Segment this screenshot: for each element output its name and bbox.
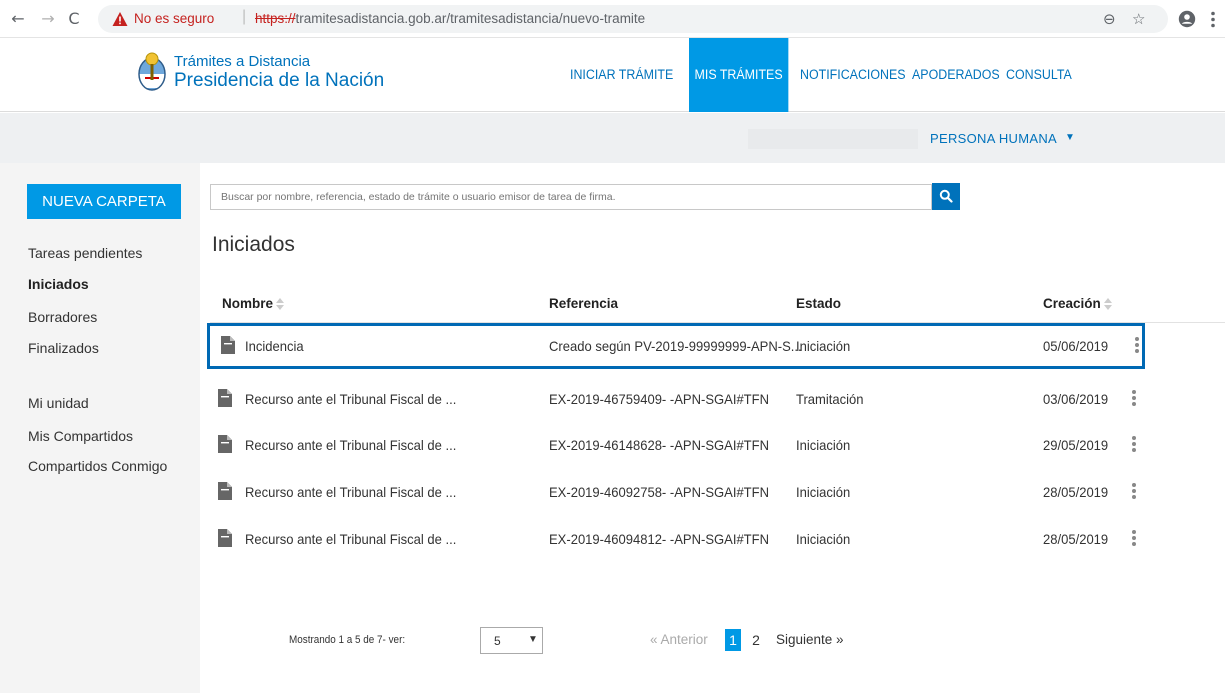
- column-header-estado: Estado: [796, 296, 842, 311]
- row-referencia: EX-2019-46092758- -APN-SGAI#TFN: [549, 484, 770, 500]
- row-estado: Iniciación: [796, 338, 851, 354]
- nav-notificaciones[interactable]: NOTIFICACIONES: [800, 38, 906, 112]
- account-icon[interactable]: [1178, 10, 1196, 28]
- address-bar[interactable]: No es seguro | https://tramitesadistanci…: [98, 5, 1168, 33]
- coat-of-arms-icon: [138, 52, 166, 91]
- security-label[interactable]: No es seguro: [134, 11, 214, 26]
- row-referencia: Creado según PV-2019-99999999-APN-S...: [549, 338, 802, 354]
- nav-consulta[interactable]: CONSULTA: [1006, 38, 1072, 112]
- column-label: Nombre: [222, 296, 274, 311]
- column-header-nombre[interactable]: Nombre: [222, 296, 285, 311]
- document-icon: [218, 389, 232, 407]
- table-row[interactable]: Incidencia Creado según PV-2019-99999999…: [207, 323, 1145, 369]
- reload-icon[interactable]: C: [64, 9, 84, 29]
- row-referencia: EX-2019-46094812- -APN-SGAI#TFN: [549, 531, 770, 547]
- row-creacion: 28/05/2019: [1043, 531, 1109, 547]
- url-text[interactable]: https://tramitesadistancia.gob.ar/tramit…: [255, 11, 645, 26]
- sidebar-item-compartidos-conmigo[interactable]: Compartidos Conmigo: [28, 458, 167, 474]
- sidebar-item-tareas-pendientes[interactable]: Tareas pendientes: [28, 245, 142, 261]
- document-icon: [221, 336, 235, 354]
- sub-header: PERSONA HUMANA ▼: [0, 113, 1225, 163]
- column-label: Creación: [1043, 296, 1101, 311]
- row-referencia: EX-2019-46148628- -APN-SGAI#TFN: [549, 437, 770, 453]
- row-estado: Iniciación: [796, 484, 851, 500]
- document-icon: [218, 435, 232, 453]
- zoom-icon[interactable]: ⊖: [1103, 10, 1116, 28]
- row-referencia: EX-2019-46759409- -APN-SGAI#TFN: [549, 391, 770, 407]
- site-header: Trámites a Distancia Presidencia de la N…: [0, 38, 1225, 112]
- warning-icon: [112, 12, 128, 26]
- pagination-next[interactable]: Siguiente »: [776, 632, 844, 647]
- row-nombre[interactable]: Recurso ante el Tribunal Fiscal de ...: [245, 519, 456, 559]
- page-size-select[interactable]: 5 ▼: [480, 627, 543, 654]
- column-header-creacion[interactable]: Creación: [1043, 296, 1112, 311]
- url-separator: |: [242, 8, 247, 25]
- row-creacion: 05/06/2019: [1043, 338, 1109, 354]
- document-icon: [218, 529, 232, 547]
- showing-label: Mostrando 1 a 5 de 7- ver:: [289, 634, 406, 646]
- nav-mis-tramites[interactable]: MIS TRÁMITES: [689, 38, 789, 112]
- pagination-previous[interactable]: « Anterior: [650, 632, 708, 647]
- logo-subtitle[interactable]: Trámites a Distancia: [174, 53, 310, 70]
- sidebar-item-iniciados[interactable]: Iniciados: [28, 276, 89, 292]
- search-field[interactable]: [210, 184, 932, 210]
- row-estado: Iniciación: [796, 437, 851, 453]
- sidebar-item-borradores[interactable]: Borradores: [28, 309, 97, 325]
- page-title: Iniciados: [212, 233, 295, 256]
- star-icon[interactable]: ☆: [1132, 10, 1145, 28]
- forward-arrow-icon[interactable]: →: [38, 9, 58, 29]
- more-options-icon[interactable]: [1135, 337, 1139, 355]
- table-row[interactable]: Recurso ante el Tribunal Fiscal de ... E…: [207, 379, 1145, 425]
- more-options-icon[interactable]: [1132, 390, 1136, 408]
- back-arrow-icon[interactable]: ←: [8, 9, 28, 29]
- sort-icon[interactable]: [276, 298, 285, 311]
- persona-dropdown[interactable]: PERSONA HUMANA: [930, 131, 1057, 146]
- menu-dots-icon[interactable]: [1210, 11, 1216, 28]
- table-row[interactable]: Recurso ante el Tribunal Fiscal de ... E…: [207, 425, 1145, 471]
- search-input[interactable]: [211, 185, 931, 209]
- row-estado: Tramitación: [796, 391, 864, 407]
- sidebar-item-mis-compartidos[interactable]: Mis Compartidos: [28, 428, 133, 444]
- row-nombre[interactable]: Recurso ante el Tribunal Fiscal de ...: [245, 472, 456, 512]
- document-icon: [218, 482, 232, 500]
- caret-down-icon: ▼: [528, 634, 538, 645]
- search-icon: [939, 189, 953, 203]
- row-estado: Iniciación: [796, 531, 851, 547]
- page-2-button[interactable]: 2: [750, 629, 762, 651]
- sidebar-item-mi-unidad[interactable]: Mi unidad: [28, 395, 89, 411]
- more-options-icon[interactable]: [1132, 436, 1136, 454]
- url-path: tramitesadistancia.gob.ar/tramitesadista…: [295, 11, 646, 26]
- sidebar-item-finalizados[interactable]: Finalizados: [28, 340, 99, 356]
- table-row[interactable]: Recurso ante el Tribunal Fiscal de ... E…: [207, 519, 1145, 565]
- column-header-referencia: Referencia: [549, 296, 619, 311]
- search-button[interactable]: [932, 183, 960, 210]
- page-size-value: 5: [494, 634, 501, 648]
- page-1-button[interactable]: 1: [725, 629, 741, 651]
- more-options-icon[interactable]: [1132, 483, 1136, 501]
- more-options-icon[interactable]: [1132, 530, 1136, 548]
- logo-title[interactable]: Presidencia de la Nación: [174, 70, 384, 92]
- row-creacion: 28/05/2019: [1043, 484, 1109, 500]
- row-nombre[interactable]: Recurso ante el Tribunal Fiscal de ...: [245, 425, 456, 465]
- sidebar: NUEVA CARPETA Tareas pendientes Iniciado…: [0, 163, 200, 693]
- sort-icon[interactable]: [1103, 298, 1112, 311]
- row-nombre[interactable]: Recurso ante el Tribunal Fiscal de ...: [245, 379, 456, 419]
- row-creacion: 03/06/2019: [1043, 391, 1109, 407]
- table-row[interactable]: Recurso ante el Tribunal Fiscal de ... E…: [207, 472, 1145, 518]
- new-folder-button[interactable]: NUEVA CARPETA: [27, 184, 181, 219]
- nav-apoderados[interactable]: APODERADOS: [912, 38, 1000, 112]
- browser-toolbar: ← → C No es seguro | https://tramitesadi…: [0, 0, 1225, 38]
- row-creacion: 29/05/2019: [1043, 437, 1109, 453]
- nav-iniciar-tramite[interactable]: INICIAR TRÁMITE: [570, 38, 673, 112]
- redacted-user-area: [748, 129, 918, 149]
- url-scheme: https://: [255, 11, 296, 26]
- caret-down-icon[interactable]: ▼: [1065, 132, 1075, 143]
- row-nombre[interactable]: Incidencia: [245, 326, 304, 366]
